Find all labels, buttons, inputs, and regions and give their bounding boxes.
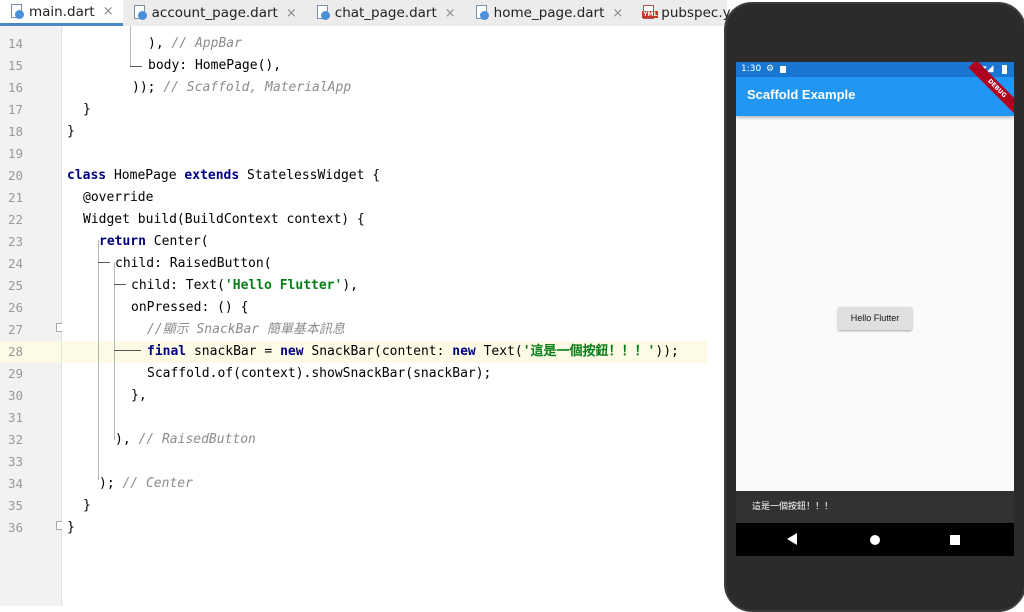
line-number: 24 (8, 256, 24, 271)
line-number: 33 (8, 454, 24, 469)
code-line: Scaffold.of(context).showSnackBar(snackB… (147, 366, 492, 381)
editor-margin (707, 26, 724, 606)
code-line: child: Text('Hello Flutter'), (131, 278, 358, 293)
code-line: //顯示 SnackBar 簡單基本訊息 (147, 322, 345, 337)
dart-file-icon (475, 5, 489, 21)
line-number: 29 (8, 366, 24, 381)
code-line: )); // Scaffold, MaterialApp (132, 80, 352, 95)
tab-label: account_page.dart (151, 5, 278, 21)
line-number: 36 (8, 520, 24, 535)
indent-guide (114, 350, 141, 351)
line-number: 30 (8, 388, 24, 403)
code-line: } (83, 498, 91, 513)
gear-icon: ⚙ (766, 64, 775, 74)
tab-account-page-dart[interactable]: account_page.dart × (123, 0, 306, 26)
code-line: onPressed: () { (131, 300, 249, 315)
code-line: body: HomePage(), (148, 58, 282, 73)
code-line: class HomePage extends StatelessWidget { (67, 168, 381, 183)
line-number: 27 (8, 322, 24, 337)
editor-tab-bar: main.dart × account_page.dart × chat_pag… (0, 0, 775, 27)
status-time: 1:30 (741, 64, 762, 74)
line-number: 17 (8, 102, 24, 117)
dart-file-icon (133, 5, 147, 21)
line-number: 25 (8, 278, 24, 293)
code-line: }, (131, 388, 147, 403)
indent-guide (114, 262, 115, 440)
indent-guide (98, 262, 110, 263)
code-line: @override (83, 190, 154, 205)
line-number: 26 (8, 300, 24, 315)
code-line: final snackBar = new SnackBar(content: n… (147, 344, 679, 359)
line-number: 32 (8, 432, 24, 447)
close-icon[interactable]: × (445, 6, 456, 21)
indent-guide (114, 284, 126, 285)
yaml-file-icon: YML (642, 5, 659, 21)
close-icon[interactable]: × (286, 6, 297, 21)
sd-card-icon (780, 66, 786, 73)
code-line: return Center( (99, 234, 209, 249)
code-line: } (67, 124, 75, 139)
tab-label: home_page.dart (493, 5, 605, 21)
dart-file-icon (316, 5, 330, 21)
indent-guide (130, 26, 131, 66)
code-line: Widget build(BuildContext context) { (83, 212, 365, 227)
line-number: 15 (8, 58, 24, 73)
close-icon[interactable]: × (612, 6, 623, 21)
tab-chat-page-dart[interactable]: chat_page.dart × (306, 0, 465, 26)
snackbar-text: 這是一個按鈕！！！ (752, 502, 834, 512)
back-icon[interactable] (787, 533, 797, 545)
line-number: 18 (8, 124, 24, 139)
line-number: 21 (8, 190, 24, 205)
app-bar: Scaffold Example DEBUG (736, 62, 1014, 118)
battery-icon (1002, 65, 1007, 74)
home-icon[interactable] (870, 535, 880, 545)
line-number: 20 (8, 168, 24, 183)
line-number: 23 (8, 234, 24, 249)
indent-guide (98, 240, 99, 480)
code-line: ), // RaisedButton (115, 432, 256, 447)
line-number: 16 (8, 80, 24, 95)
android-nav-bar (736, 523, 1014, 556)
line-number: 28 (8, 344, 24, 359)
line-number: 22 (8, 212, 24, 227)
close-icon[interactable]: × (103, 4, 114, 19)
hello-flutter-button[interactable]: Hello Flutter (838, 307, 912, 330)
recent-apps-icon[interactable] (950, 535, 960, 545)
code-line: } (67, 520, 75, 535)
line-number: 31 (8, 410, 24, 425)
code-editor[interactable]: ), // AppBar body: HomePage(), )); // Sc… (62, 26, 707, 606)
line-number: 14 (8, 36, 24, 51)
code-line: } (83, 102, 91, 117)
tab-label: chat_page.dart (334, 5, 437, 21)
code-line: child: RaisedButton( (115, 256, 272, 271)
line-number-gutter[interactable]: 14 15 16 17 18 19 20 21 22 23 24 25 26 2… (0, 26, 65, 606)
code-line: ); // Center (99, 476, 193, 491)
phone-screen[interactable]: 1:30 ⚙ ▾◢ Scaffold Example DEBUG Hello F… (736, 62, 1014, 556)
tab-main-dart[interactable]: main.dart × (0, 0, 123, 26)
line-number: 34 (8, 476, 24, 491)
snackbar: 這是一個按鈕！！！ (736, 491, 1014, 523)
indent-guide (130, 66, 142, 67)
tab-home-page-dart[interactable]: home_page.dart × (465, 0, 633, 26)
tab-label: main.dart (29, 3, 95, 20)
line-number: 19 (8, 146, 24, 161)
app-bar-title: Scaffold Example (747, 87, 856, 102)
code-line: ), // AppBar (148, 36, 242, 51)
dart-file-icon (10, 3, 24, 20)
line-number: 35 (8, 498, 24, 513)
